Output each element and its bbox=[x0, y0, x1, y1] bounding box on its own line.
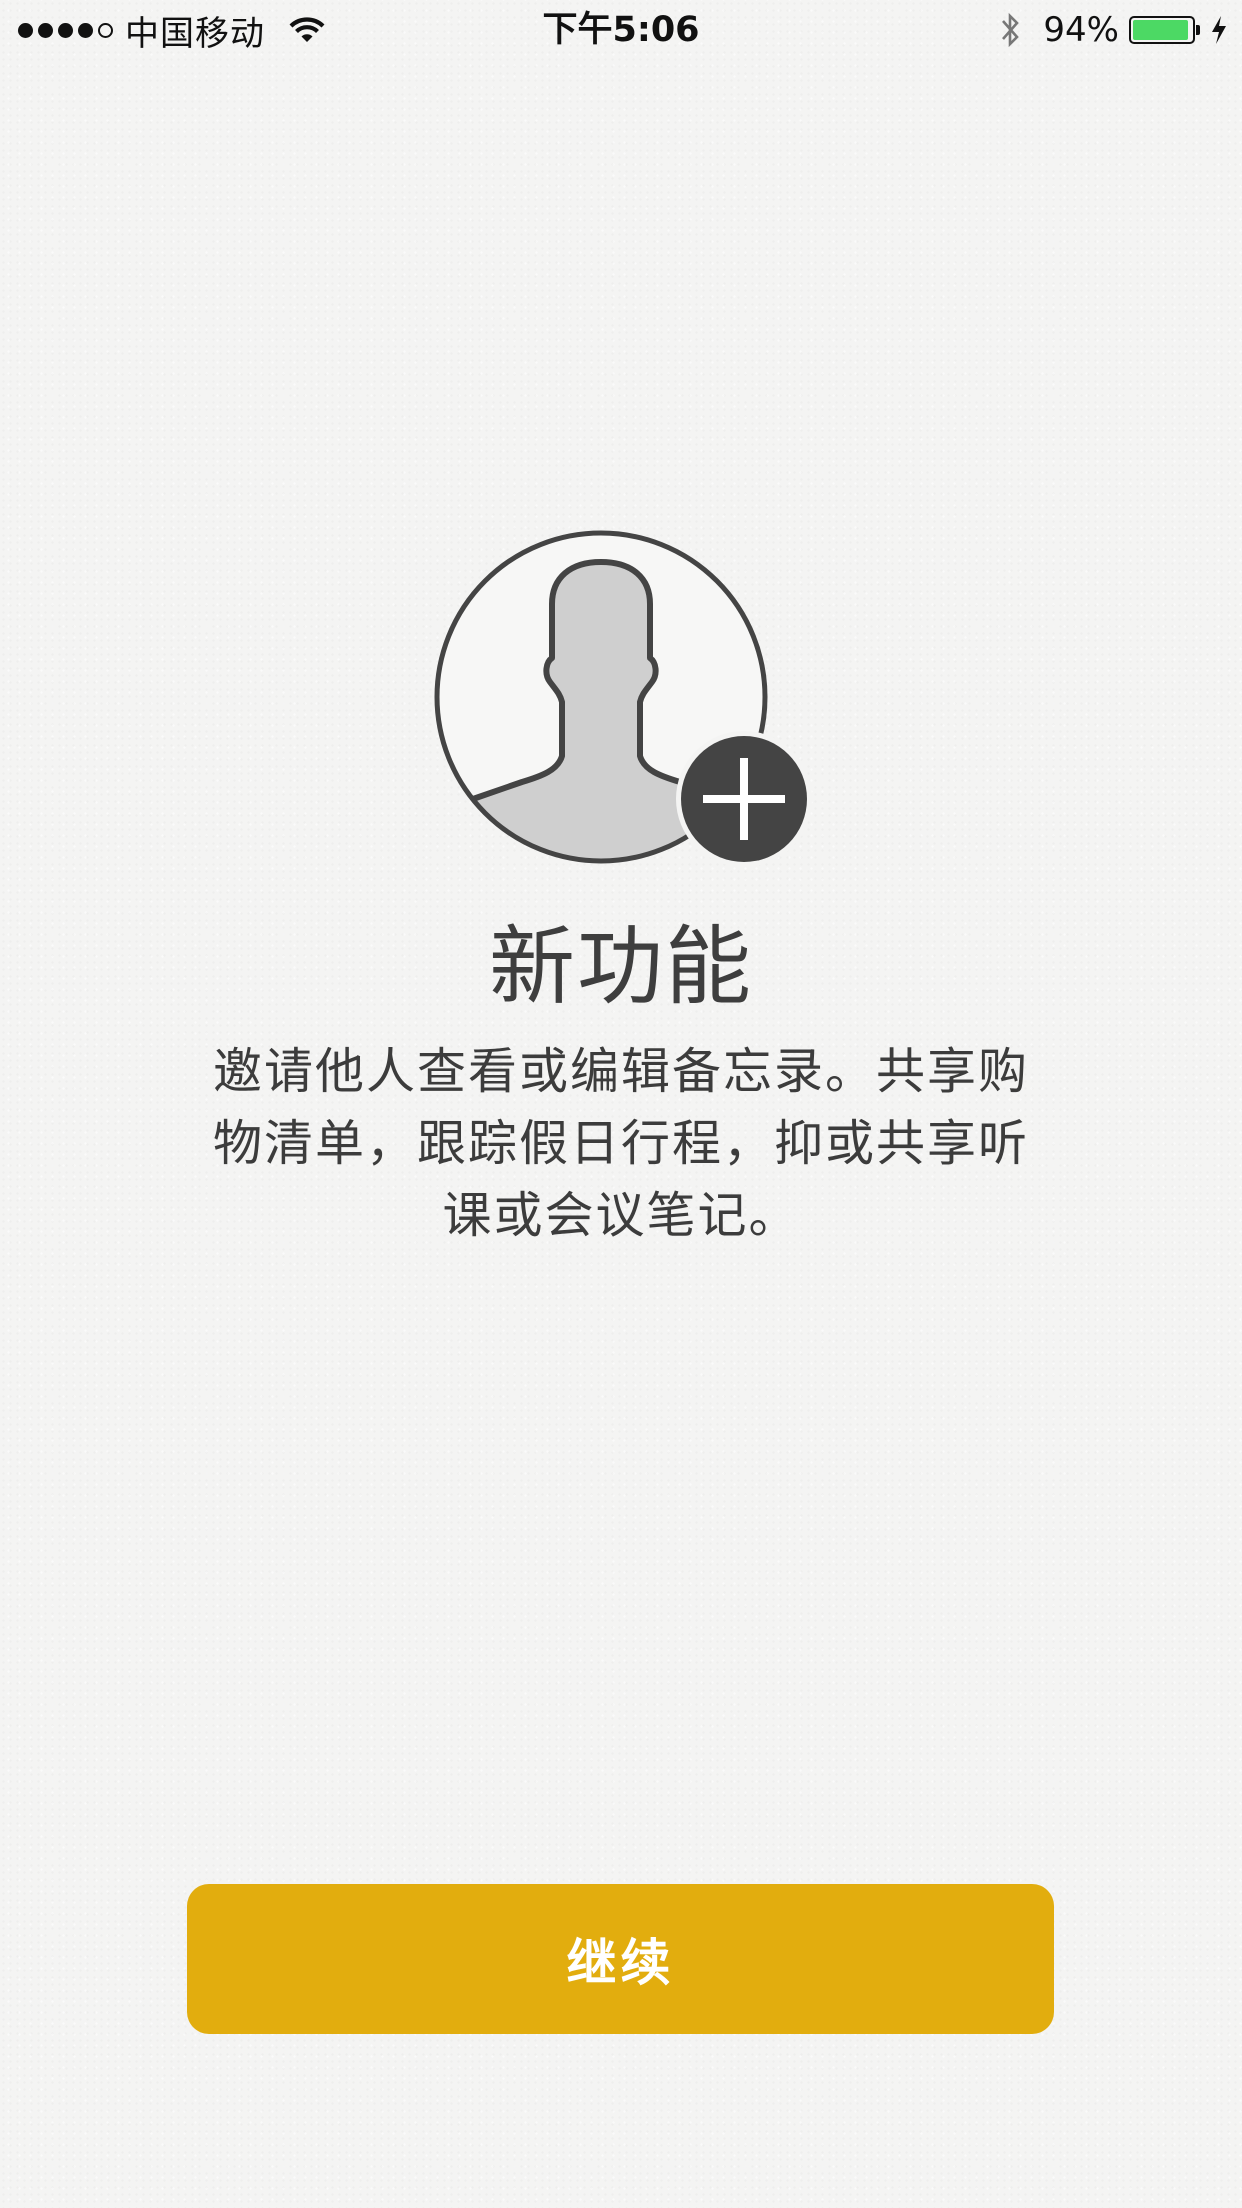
battery-cap bbox=[1196, 25, 1200, 35]
add-person-icon bbox=[434, 530, 812, 867]
page-title: 新功能 bbox=[489, 917, 753, 1017]
battery-level-fill bbox=[1133, 20, 1188, 40]
battery-percentage: 94% bbox=[1043, 10, 1119, 50]
plus-badge-icon bbox=[676, 731, 812, 867]
battery-icon bbox=[1129, 16, 1195, 44]
status-bar-right: 94% bbox=[999, 8, 1228, 52]
charging-bolt-icon bbox=[1212, 16, 1226, 44]
status-bar: 中国移动 下午5:06 94% bbox=[0, 0, 1242, 60]
bluetooth-icon bbox=[1002, 12, 1020, 48]
feature-description: 邀请他人查看或编辑备忘录。共享购物清单，跟踪假日行程，抑或共享听课或会议笔记。 bbox=[212, 1043, 1029, 1244]
continue-button[interactable]: 继续 bbox=[187, 1884, 1054, 2034]
